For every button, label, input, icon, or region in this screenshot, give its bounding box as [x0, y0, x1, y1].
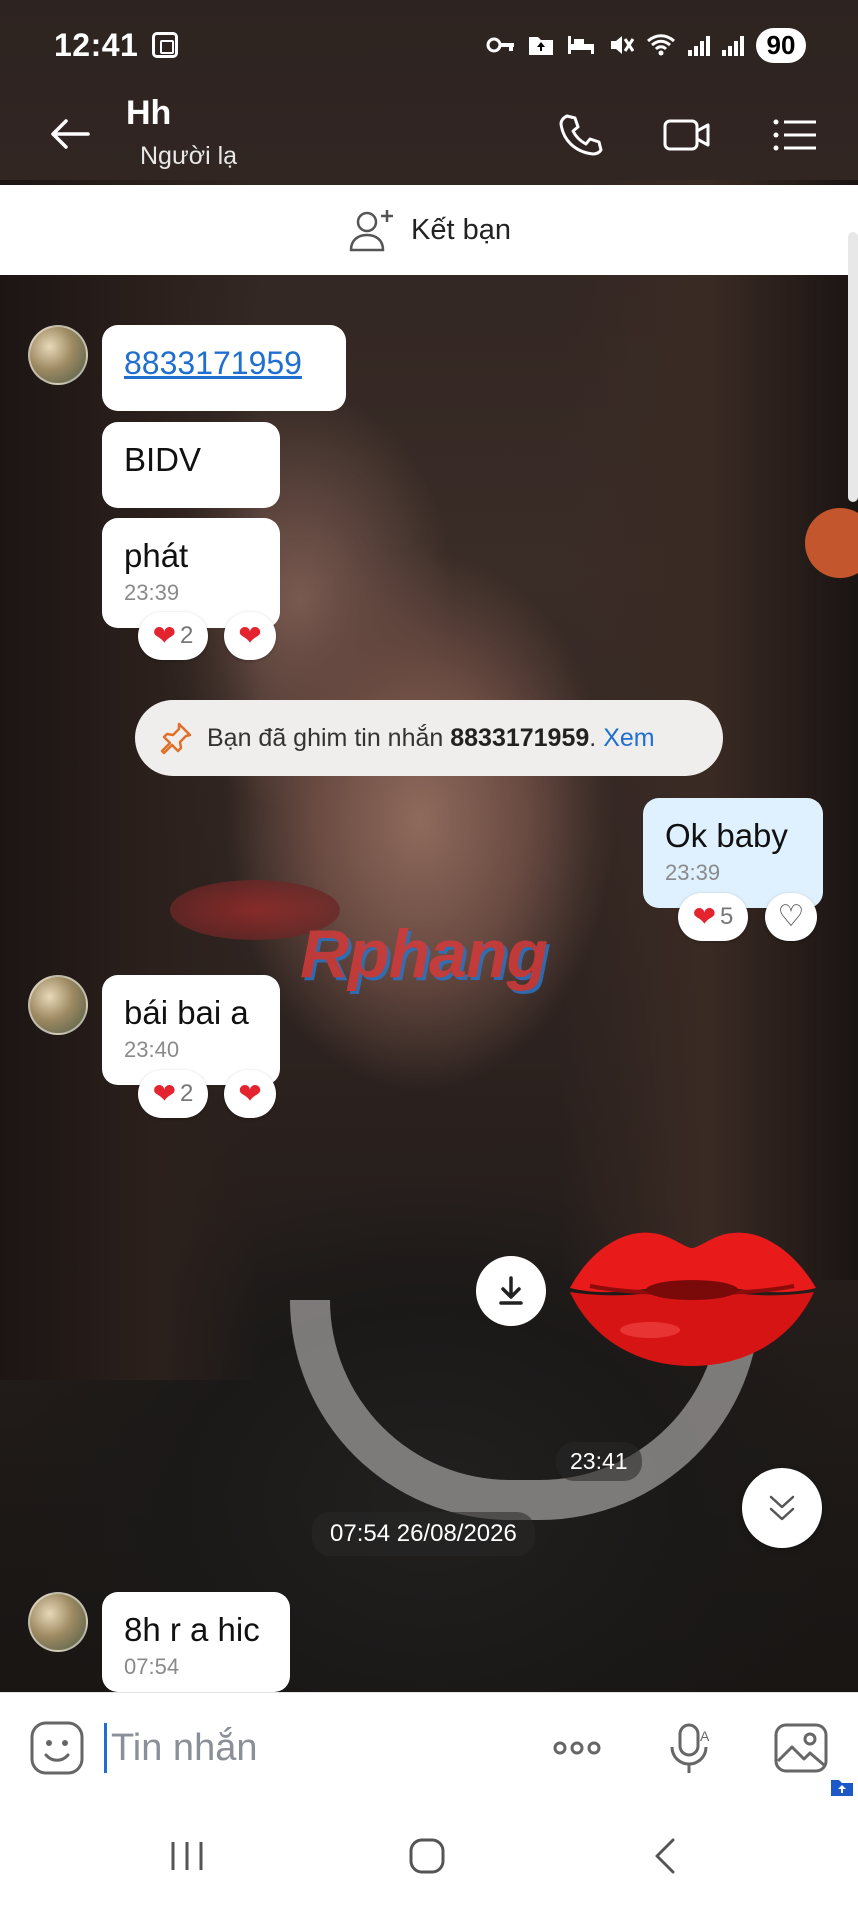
avatar[interactable] [28, 1592, 88, 1652]
wifi-icon [647, 34, 675, 56]
message-time: 23:39 [665, 859, 721, 885]
pin-notice-prefix: Bạn đã ghim tin nhắn [207, 723, 451, 752]
heart-icon: ❤ [238, 1078, 262, 1109]
reaction-count: 5 [720, 903, 734, 930]
screenshot-icon [152, 32, 179, 58]
message-composer: Tin nhắn A [0, 1692, 858, 1802]
react-button[interactable]: ❤ [224, 1070, 276, 1118]
video-call-icon[interactable] [662, 110, 712, 160]
folder-upload-badge-icon [831, 1780, 853, 1796]
message-input[interactable]: Tin nhắn [104, 1723, 257, 1773]
contact-status: Người lạ [140, 142, 238, 170]
message-bubble[interactable]: bái bai a 23:40 [102, 975, 280, 1085]
system-navigation-bar [0, 1802, 858, 1908]
message-time: 23:39 [124, 579, 180, 605]
message-bubble[interactable]: 8h r a hic 07:54 [102, 1592, 290, 1692]
battery-indicator: 90 [756, 27, 806, 63]
watermark-logo: Rphang [300, 916, 548, 992]
add-friend-bar[interactable]: Kết bạn [0, 185, 858, 275]
image-gallery-icon[interactable] [772, 1719, 830, 1777]
folder-upload-icon [529, 37, 553, 55]
add-friend-icon [349, 210, 393, 252]
scroll-to-bottom-button[interactable] [742, 1468, 822, 1548]
react-button[interactable]: ❤ [224, 612, 276, 660]
heart-icon: ❤ [152, 1078, 177, 1109]
side-scrollbar[interactable] [848, 232, 858, 502]
heart-outline-icon: ♡ [777, 900, 805, 933]
svg-text:A: A [700, 1728, 710, 1744]
lips-sticker[interactable] [560, 1210, 825, 1370]
message-text: phát [124, 537, 189, 574]
pin-notice-text: Bạn đã ghim tin nhắn 8833171959. Xem [207, 724, 655, 753]
menu-list-icon[interactable] [770, 110, 820, 160]
emoji-icon[interactable] [28, 1719, 86, 1777]
mute-icon [611, 36, 634, 54]
heart-icon: ❤ [152, 620, 177, 651]
contact-name[interactable]: Hh [126, 94, 171, 133]
bed-icon [568, 36, 594, 54]
double-chevron-down-icon [769, 1495, 795, 1521]
phone-icon[interactable] [555, 110, 605, 160]
status-time: 12:41 [54, 26, 139, 63]
recent-apps-icon[interactable] [165, 1834, 209, 1878]
signal-2-icon [722, 34, 744, 56]
message-text: BIDV [124, 441, 202, 478]
reaction-badge[interactable]: ❤ 5 [678, 893, 748, 941]
more-options-icon[interactable] [548, 1719, 606, 1777]
message-text: 8h r a hic [124, 1611, 260, 1648]
reaction-count: 2 [180, 622, 194, 649]
download-icon [499, 1276, 523, 1305]
reaction-badge[interactable]: ❤ 2 [138, 1070, 208, 1118]
voice-to-text-icon[interactable]: A [662, 1719, 720, 1777]
add-friend-label: Kết bạn [411, 213, 511, 246]
message-text: bái bai a [124, 994, 249, 1031]
reaction-count: 2 [180, 1080, 194, 1107]
my-message-bubble[interactable]: Ok baby 23:39 [643, 798, 823, 908]
back-nav-icon[interactable] [645, 1834, 689, 1878]
message-bubble[interactable]: 8833171959 [102, 325, 346, 411]
pin-notice-suffix: . [589, 723, 597, 752]
download-button[interactable] [476, 1256, 546, 1326]
key-icon [486, 37, 514, 53]
message-time: 23:40 [124, 1036, 180, 1062]
message-text: Ok baby [665, 817, 788, 854]
pin-icon [160, 722, 192, 755]
reaction-badge[interactable]: ❤ 2 [138, 612, 208, 660]
heart-icon: ❤ [238, 620, 262, 651]
avatar[interactable] [28, 325, 88, 385]
signal-1-icon [688, 34, 710, 56]
pin-notice-value: 8833171959 [450, 723, 590, 752]
pinned-message-notice[interactable]: Bạn đã ghim tin nhắn 8833171959. Xem [135, 700, 723, 776]
message-bubble[interactable]: BIDV [102, 422, 280, 508]
heart-icon: ❤ [692, 901, 717, 932]
chat-header: Hh Người lạ [0, 90, 858, 185]
avatar[interactable] [28, 975, 88, 1035]
sticker-time: 23:41 [556, 1442, 642, 1481]
date-separator: 07:54 26/08/2026 [312, 1512, 535, 1556]
react-button[interactable]: ♡ [765, 893, 817, 941]
message-link[interactable]: 8833171959 [124, 345, 302, 381]
back-arrow-icon[interactable] [48, 112, 92, 156]
message-time: 07:54 [124, 1653, 180, 1679]
status-icons: 90 [486, 27, 806, 63]
home-icon[interactable] [405, 1834, 449, 1878]
status-bar: 12:41 90 [0, 0, 858, 90]
pin-view-link[interactable]: Xem [603, 724, 654, 752]
